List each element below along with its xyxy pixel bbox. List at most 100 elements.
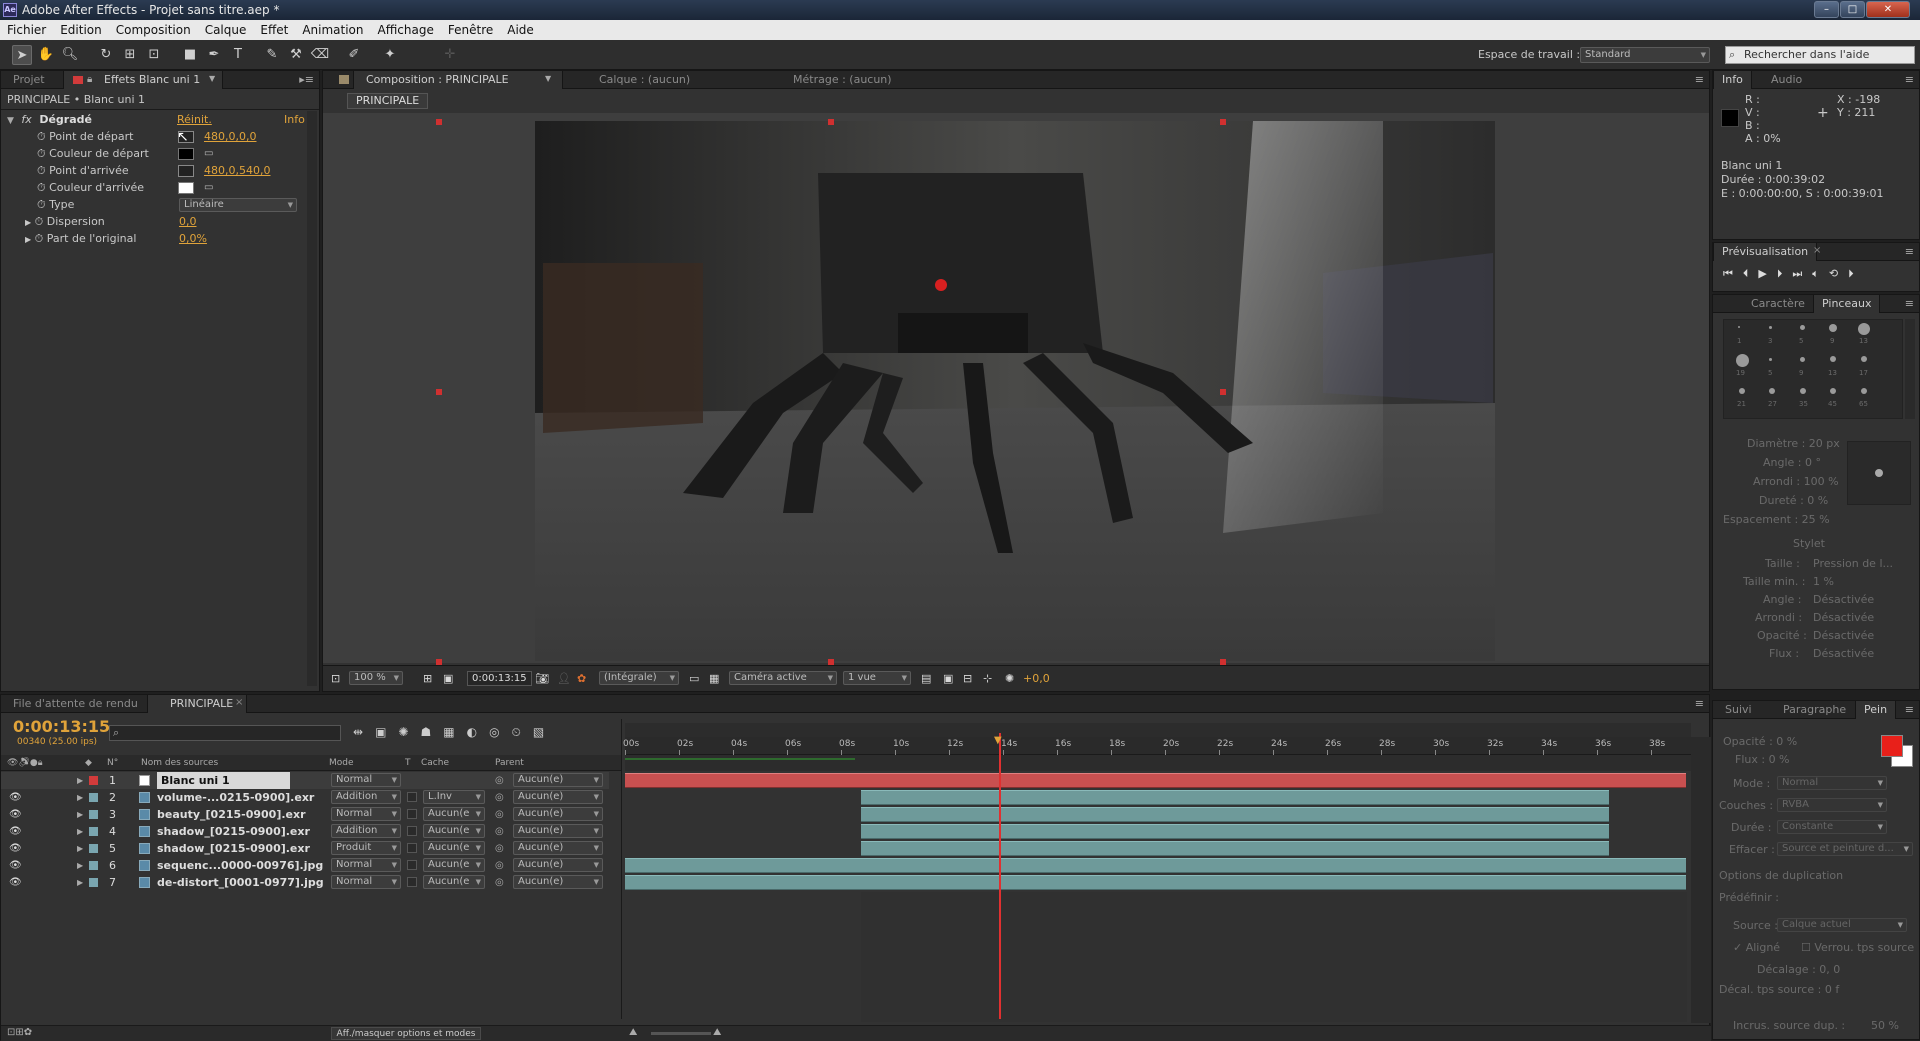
fast-previews-icon[interactable]: ▣ bbox=[943, 672, 953, 685]
zoom-tool-icon[interactable]: 🔍︎ bbox=[60, 45, 80, 65]
frame-blending-icon[interactable]: ▦ bbox=[443, 725, 466, 739]
expand-triangle-icon[interactable]: ▶ bbox=[25, 235, 31, 244]
selection-tool-icon[interactable]: ➤ bbox=[12, 45, 32, 65]
track-matte-select[interactable]: Aucun(e bbox=[423, 841, 485, 855]
lock-icon[interactable]: 🔒︎ bbox=[87, 74, 92, 85]
menu-composition[interactable]: Composition bbox=[109, 20, 198, 40]
brush-tool-icon[interactable]: ✎ bbox=[262, 45, 282, 65]
region-of-interest-icon[interactable]: ▭ bbox=[689, 672, 699, 685]
offset-field[interactable]: Décalage : 0, 0 bbox=[1757, 963, 1840, 976]
panel-menu-icon[interactable]: ≡ bbox=[1695, 73, 1704, 86]
layer-duration-bar[interactable] bbox=[861, 841, 1609, 856]
play-icon[interactable]: ▶ bbox=[1758, 267, 1776, 280]
transform-handle[interactable] bbox=[1220, 389, 1226, 395]
gradient-type-select[interactable]: Linéaire bbox=[179, 198, 297, 212]
loop-icon[interactable]: ⟲ bbox=[1829, 267, 1848, 280]
stopwatch-icon[interactable]: ⏱ bbox=[37, 130, 46, 143]
tab-preview[interactable]: Prévisualisation bbox=[1713, 243, 1818, 261]
label-color-swatch[interactable] bbox=[89, 827, 98, 836]
start-point-value[interactable]: 480,0,0,0 bbox=[204, 128, 256, 145]
source-time-offset[interactable]: Décal. tps source : 0 f bbox=[1719, 983, 1839, 996]
composition-frame[interactable] bbox=[323, 113, 1709, 663]
puppet-tool-icon[interactable]: ✦ bbox=[380, 45, 400, 65]
crosshair-point-button[interactable] bbox=[178, 165, 194, 177]
expand-triangle-icon[interactable]: ▶ bbox=[77, 857, 83, 874]
first-frame-icon[interactable]: ⏮ bbox=[1723, 267, 1743, 280]
menu-edition[interactable]: Edition bbox=[53, 20, 109, 40]
expand-triangle-icon[interactable]: ▶ bbox=[77, 840, 83, 857]
label-color-swatch[interactable] bbox=[89, 861, 98, 870]
foreground-color-swatch[interactable] bbox=[1881, 735, 1903, 757]
toggle-switches-modes-button[interactable]: Aff./masquer options et modes bbox=[331, 1027, 481, 1040]
menu-fichier[interactable]: Fichier bbox=[0, 20, 53, 40]
auto-keyframe-icon[interactable]: ▧ bbox=[533, 725, 556, 739]
info-link[interactable]: Info bbox=[284, 111, 305, 128]
preserve-transparency-checkbox[interactable] bbox=[407, 843, 417, 853]
stopwatch-icon[interactable]: ⏱ bbox=[35, 215, 44, 228]
label-color-swatch[interactable] bbox=[89, 776, 98, 785]
paint-erase-select[interactable]: Source et peinture d... bbox=[1777, 842, 1913, 856]
pick-whip-icon[interactable]: ◎ bbox=[495, 823, 504, 840]
blend-mode-select[interactable]: Addition bbox=[331, 824, 401, 838]
source-select[interactable]: Calque actuel bbox=[1777, 918, 1907, 932]
blend-mode-select[interactable]: Addition bbox=[331, 790, 401, 804]
zoom-slider[interactable] bbox=[651, 1032, 711, 1035]
toggle-pixel-aspect-icon[interactable]: ▤ bbox=[921, 672, 931, 685]
parent-select[interactable]: Aucun(e) bbox=[513, 841, 603, 855]
minimize-button[interactable]: – bbox=[1814, 1, 1839, 18]
panel-menu-icon[interactable]: ≡ bbox=[1905, 297, 1914, 310]
expand-triangle-icon[interactable]: ▶ bbox=[77, 789, 83, 806]
label-color-swatch[interactable] bbox=[89, 844, 98, 853]
track-area[interactable] bbox=[625, 772, 1691, 1022]
prev-frame-icon[interactable]: ⏴ bbox=[1743, 267, 1759, 280]
tab-paragraph[interactable]: Paragraphe bbox=[1775, 701, 1854, 719]
snapshot-icon[interactable]: 📷︎ bbox=[535, 672, 549, 685]
clone-stamp-tool-icon[interactable]: ⚒ bbox=[286, 45, 306, 65]
next-frame-icon[interactable]: ⏵ bbox=[1777, 267, 1793, 280]
views-select[interactable]: 1 vue bbox=[843, 671, 911, 685]
panel-menu-icon[interactable]: ≡ bbox=[1905, 703, 1914, 716]
lock-source-time-checkbox[interactable]: ☐ Verrou. tps source bbox=[1801, 941, 1914, 954]
graph-editor-icon[interactable]: ⏲ bbox=[512, 725, 533, 739]
eyedropper-icon[interactable]: ▭ bbox=[204, 148, 213, 159]
timeline-timecode[interactable]: 0:00:13:15 bbox=[13, 717, 110, 736]
brush-scrollbar[interactable] bbox=[1905, 319, 1915, 419]
layer-name[interactable]: sequenc...0000-00976].jpg bbox=[157, 857, 323, 874]
tab-project[interactable]: Projet bbox=[5, 71, 53, 89]
tab-layer[interactable]: Calque : (aucun) bbox=[579, 71, 729, 89]
collapse-triangle-icon[interactable]: ▼ bbox=[7, 116, 14, 126]
parent-select[interactable]: Aucun(e) bbox=[513, 790, 603, 804]
eye-icon[interactable]: 👁︎ bbox=[9, 857, 22, 874]
layer-duration-bar[interactable] bbox=[861, 790, 1609, 805]
pick-whip-icon[interactable]: ◎ bbox=[495, 857, 504, 874]
preserve-transparency-checkbox[interactable] bbox=[407, 792, 417, 802]
layer-duration-bar[interactable] bbox=[861, 807, 1609, 822]
layer-duration-bar[interactable] bbox=[861, 824, 1609, 839]
stylus-opacity-value[interactable]: Désactivée bbox=[1813, 629, 1874, 642]
parent-select[interactable]: Aucun(e) bbox=[513, 773, 603, 787]
end-color-swatch[interactable] bbox=[178, 182, 194, 194]
parent-select[interactable]: Aucun(e) bbox=[513, 807, 603, 821]
time-ruler[interactable]: 00s 02s 04s 06s 08s 10s 12s 14s 16s 18s 20s 22s 24s 2… bbox=[623, 737, 1691, 755]
camera-orbit-tool-icon[interactable]: ⊞ bbox=[120, 45, 140, 65]
close-icon[interactable]: × bbox=[1813, 245, 1821, 256]
eye-icon[interactable]: 👁︎ bbox=[9, 823, 22, 840]
always-preview-icon[interactable]: ⊡ bbox=[331, 672, 340, 685]
fx-icon[interactable]: fx bbox=[21, 113, 31, 126]
eye-icon[interactable]: 👁︎ bbox=[9, 840, 22, 857]
current-time-display[interactable]: 0:00:13:15 bbox=[467, 671, 532, 686]
expand-triangle-icon[interactable]: ▶ bbox=[77, 823, 83, 840]
blend-mode-select[interactable]: Produit bbox=[331, 841, 401, 855]
pick-whip-icon[interactable]: ◎ bbox=[495, 806, 504, 823]
pick-whip-icon[interactable]: ◎ bbox=[495, 874, 504, 891]
stylus-min-size-value[interactable]: 1 % bbox=[1813, 575, 1834, 588]
panel-menu-icon[interactable]: ≡ bbox=[1905, 245, 1914, 258]
hide-shy-layers-icon[interactable]: ☗ bbox=[420, 725, 443, 739]
blend-mode-select[interactable]: Normal bbox=[331, 858, 401, 872]
tab-render-queue[interactable]: File d'attente de rendu bbox=[5, 695, 146, 713]
eraser-tool-icon[interactable]: ⌫ bbox=[310, 45, 330, 65]
workspace-select[interactable]: Standard bbox=[1580, 47, 1710, 63]
layer-name[interactable]: volume-...0215-0900].exr bbox=[157, 789, 314, 806]
live-update-icon[interactable]: ▣ bbox=[375, 725, 398, 739]
track-matte-select[interactable]: Aucun(e bbox=[423, 807, 485, 821]
